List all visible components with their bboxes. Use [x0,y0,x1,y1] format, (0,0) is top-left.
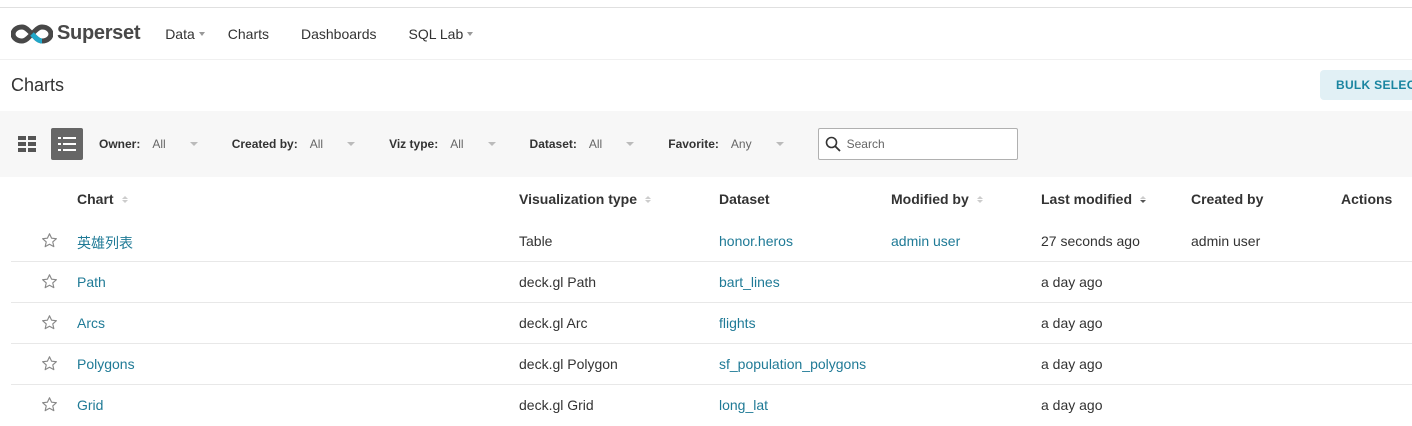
sort-icon [645,195,651,203]
owner-filter[interactable]: Owner: All [99,137,198,151]
chevron-down-icon [467,32,474,36]
list-view-toggle[interactable] [51,128,83,160]
top-border [0,0,1412,8]
created-by-filter[interactable]: Created by: All [231,137,356,151]
filter-bar: Owner: All Created by: All Viz type: All… [0,111,1412,177]
superset-logo-icon [11,23,53,44]
col-dataset-header: Dataset [719,191,770,207]
favorite-star-icon[interactable] [41,396,58,416]
grid-view-icon [18,136,36,152]
chevron-down-icon [626,142,635,146]
dataset-link[interactable]: sf_population_polygons [719,356,866,372]
favorite-star-icon[interactable] [41,314,58,334]
owner-filter-value: All [152,137,166,151]
brand-logo[interactable]: Superset [11,22,140,45]
viz-type-filter-label: Viz type: [389,137,439,151]
last-modified-cell: 27 seconds ago [1041,233,1140,249]
dataset-filter-label: Dataset: [529,137,577,151]
chart-name-link[interactable]: Grid [77,397,103,413]
page-header: Charts BULK SELECT [0,60,1412,111]
created-by-cell: admin user [1191,233,1261,249]
favorite-filter-label: Favorite: [668,137,719,151]
nav-dashboards-label: Dashboards [301,25,377,42]
bulk-select-button[interactable]: BULK SELECT [1320,70,1412,100]
owner-filter-label: Owner: [99,137,141,151]
table-header: Chart Visualization type Dataset Modifie… [11,177,1412,221]
col-chart-label: Chart [77,191,114,207]
chevron-down-icon [487,142,496,146]
chart-name-link[interactable]: 英雄列表 [77,233,133,253]
table-body: 英雄列表 Table honor.heros admin user 27 sec… [11,221,1412,426]
last-modified-cell: a day ago [1041,356,1103,372]
nav-dashboards[interactable]: Dashboards [301,26,377,42]
sort-desc-icon [1140,195,1147,203]
search-input[interactable] [846,137,1007,151]
search-field[interactable] [817,128,1018,160]
dataset-link[interactable]: bart_lines [719,274,780,290]
col-created-by-header: Created by [1191,191,1263,207]
dataset-link[interactable]: honor.heros [719,233,793,249]
col-modified-by-label: Modified by [891,191,969,207]
col-modified-by-header[interactable]: Modified by [891,191,983,207]
col-viz-type-label: Visualization type [519,191,637,207]
dataset-filter[interactable]: Dataset: All [530,137,635,151]
table-row: Path deck.gl Path bart_lines a day ago [11,262,1412,303]
chevron-down-icon [775,142,784,146]
page-title: Charts [11,75,65,95]
col-chart-header[interactable]: Chart [77,191,128,207]
viz-type-filter[interactable]: Viz type: All [389,137,496,151]
col-last-modified-label: Last modified [1041,191,1133,207]
favorite-star-icon[interactable] [41,273,58,293]
table-row: Arcs deck.gl Arc flights a day ago [11,303,1412,344]
created-by-filter-label: Created by: [231,137,298,151]
favorite-filter-value: Any [730,137,752,151]
sort-icon [121,195,128,203]
search-icon [825,136,841,152]
chart-name-link[interactable]: Path [77,274,106,290]
sort-icon [976,195,983,203]
viz-type-cell: deck.gl Grid [519,397,594,413]
last-modified-cell: a day ago [1041,315,1103,331]
favorite-filter[interactable]: Favorite: Any [668,137,784,151]
nav-data[interactable]: Data [165,26,205,42]
col-last-modified-header[interactable]: Last modified [1041,191,1147,207]
nav-sql-lab-label: SQL Lab [408,25,464,42]
modified-by-link[interactable]: admin user [891,233,960,249]
favorite-star-icon[interactable] [41,355,58,375]
col-actions-label: Actions [1341,191,1393,207]
brand-name: Superset [57,22,141,44]
last-modified-cell: a day ago [1041,397,1103,413]
nav-sql-lab[interactable]: SQL Lab [409,26,474,42]
last-modified-cell: a day ago [1041,274,1103,290]
col-dataset-label: Dataset [719,191,770,207]
navbar: Superset Data Charts Dashboards SQL Lab [0,8,1412,60]
chart-name-link[interactable]: Polygons [77,356,135,372]
chevron-down-icon [189,142,198,146]
col-viz-type-header[interactable]: Visualization type [519,191,651,207]
dataset-link[interactable]: long_lat [719,397,768,413]
viz-type-cell: deck.gl Polygon [519,356,618,372]
col-actions-header: Actions [1341,191,1392,207]
viz-type-cell: deck.gl Arc [519,315,588,331]
table-row: Polygons deck.gl Polygon sf_population_p… [11,344,1412,385]
table-row: 英雄列表 Table honor.heros admin user 27 sec… [11,221,1412,262]
viz-type-cell: Table [519,233,553,249]
card-view-toggle[interactable] [11,128,43,160]
chevron-down-icon [198,32,205,36]
chevron-down-icon [347,142,356,146]
nav-data-label: Data [165,25,195,42]
charts-table: Chart Visualization type Dataset Modifie… [11,177,1412,426]
col-created-by-label: Created by [1191,191,1264,207]
nav-charts[interactable]: Charts [228,26,269,42]
favorite-star-icon[interactable] [41,232,58,252]
viz-type-cell: deck.gl Path [519,274,597,290]
viz-type-filter-value: All [450,137,464,151]
chart-name-link[interactable]: Arcs [77,315,105,331]
dataset-link[interactable]: flights [719,315,756,331]
nav-charts-label: Charts [227,25,269,42]
dataset-filter-value: All [588,137,603,151]
created-by-filter-value: All [309,137,324,151]
list-view-icon [58,137,76,151]
